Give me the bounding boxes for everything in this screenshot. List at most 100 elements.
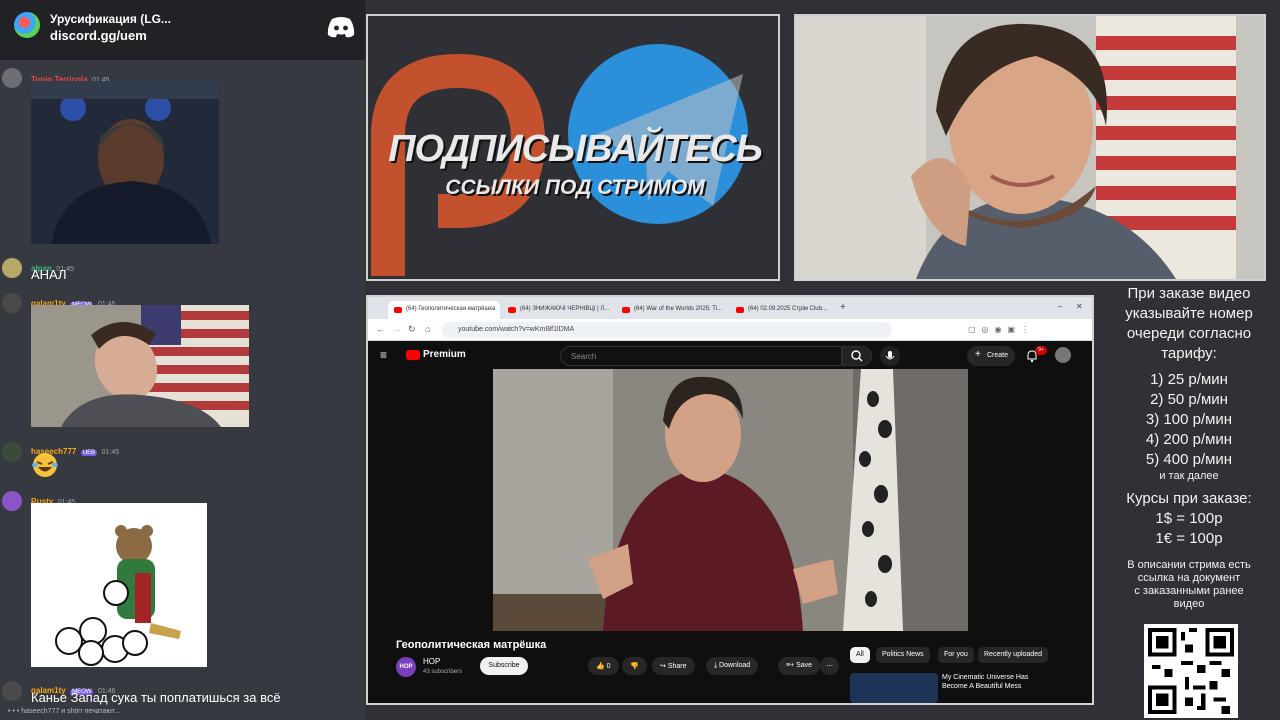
download-button[interactable]: ⤓ Download [706, 657, 759, 675]
browser-tab[interactable]: (64) ЗНИЖАЮЧІ ЧЕРНІВЦІ | Л... [502, 301, 614, 319]
image-content [31, 81, 219, 244]
search-icon [851, 350, 863, 362]
laughing-emoji-icon [32, 453, 58, 477]
promo-headline: ПОДПИСЫВАЙТЕСЬ [388, 128, 763, 170]
address-bar: ← → ↻ ⌂ youtube.com/watch?v=wKmI8f1lDMA … [368, 319, 1092, 341]
tier-item: 2) 50 р/мин [1150, 391, 1228, 408]
user-avatar[interactable] [2, 491, 22, 511]
forward-icon[interactable]: → [392, 324, 401, 334]
home-icon[interactable]: ⌂ [425, 324, 430, 334]
server-icon [14, 12, 40, 38]
tier-item: 1) 25 р/мин [1150, 371, 1228, 388]
typing-indicator: • • • haseech777 и shtirr печатают... [8, 708, 120, 715]
webcam-feed [794, 14, 1266, 281]
dislike-button[interactable]: 👎 [622, 657, 647, 675]
bear-football-sticker [55, 525, 181, 666]
youtube-logo-icon[interactable] [406, 350, 420, 360]
browser-tab[interactable]: (64) 02.09.2025 Стрім Club... [730, 301, 830, 319]
image-content [31, 305, 249, 427]
youtube-favicon-icon [622, 307, 630, 313]
video-title: Геополитическая матрёшка [396, 639, 547, 651]
subscribe-button[interactable]: Subscribe [480, 657, 528, 675]
plus-icon: + [975, 349, 981, 360]
thumbs-up-icon: 👍 [596, 663, 607, 670]
attached-gif[interactable] [31, 503, 207, 667]
window-close-icon[interactable]: ✕ [1076, 302, 1083, 311]
youtube-logo-text[interactable]: Premium [423, 349, 466, 360]
webcam-image [796, 16, 1264, 279]
pricing-footer: В описании стрима есть ссылка на докумен… [1127, 559, 1251, 610]
qr-code[interactable] [1144, 624, 1238, 718]
channel-avatar[interactable]: HOP [396, 657, 416, 677]
url-field[interactable]: youtube.com/watch?v=wKmI8f1lDMA [442, 322, 892, 338]
more-actions-button[interactable]: ⋯ [820, 657, 839, 675]
filter-chip-recent[interactable]: Recently uploaded [978, 647, 1048, 663]
save-button[interactable]: ≡+ Save [778, 657, 821, 675]
account-avatar[interactable] [1055, 347, 1071, 363]
filter-chip-politics[interactable]: Politics News [876, 647, 930, 663]
promo-subline: ССЫЛКИ ПОД СТРИМОМ [445, 176, 705, 199]
voice-search-button[interactable] [880, 346, 900, 366]
window-minimize-icon[interactable]: – [1058, 302, 1062, 311]
attached-image[interactable] [31, 305, 249, 427]
server-name: Урусификация (LG... [50, 12, 171, 26]
youtube-header: ≡ Premium Search + Create 9+ [368, 341, 1092, 369]
user-avatar[interactable] [2, 681, 22, 701]
youtube-favicon-icon [508, 307, 516, 313]
filter-chip-for-you[interactable]: For you [938, 647, 974, 663]
recommended-thumbnail[interactable] [850, 673, 938, 703]
like-button[interactable]: 👍 0 [588, 657, 619, 675]
subscriber-count: 43 subscribers [423, 669, 463, 675]
server-invite[interactable]: discord.gg/uem [50, 28, 147, 43]
role-badge: UEB [80, 450, 98, 456]
tier-etc: и так далее [1159, 470, 1219, 482]
pricing-header: При заказе видео указывайте номер очеред… [1125, 285, 1253, 362]
browser-tab[interactable]: (64) War of the Worlds 2025: Ti... [616, 301, 728, 319]
thumbs-down-icon: 👎 [630, 663, 639, 670]
tier-list: 1) 25 р/мин 2) 50 р/мин 3) 100 р/мин 4) … [1098, 370, 1280, 483]
notification-badge: 9+ [1035, 346, 1047, 355]
search-input[interactable]: Search [560, 346, 842, 366]
menu-icon[interactable]: ≡ [380, 348, 387, 362]
mic-icon [885, 351, 895, 360]
qr-code-icon [1148, 628, 1234, 714]
discord-chat-panel: Урусификация (LG... discord.gg/uem Tonio… [0, 0, 365, 720]
create-button[interactable]: + Create [967, 346, 1015, 366]
user-avatar[interactable] [2, 442, 22, 462]
tier-item: 5) 400 р/мин [1145, 451, 1233, 468]
reload-icon[interactable]: ↻ [408, 324, 416, 335]
server-header[interactable]: Урусификация (LG... discord.gg/uem [0, 0, 365, 60]
share-button[interactable]: ↪ Share [652, 657, 695, 675]
typing-dots-icon: • • • [8, 708, 22, 715]
attached-image[interactable] [31, 81, 219, 244]
user-avatar[interactable] [2, 293, 22, 313]
message-text: АНАЛ [31, 267, 67, 282]
discord-logo-icon [327, 17, 355, 38]
user-avatar[interactable] [2, 68, 22, 88]
back-icon[interactable]: ← [376, 324, 385, 334]
filter-chip-all[interactable]: All [850, 647, 870, 663]
browser-tab-active[interactable]: (64) Геополитическая матрёшка [388, 301, 500, 319]
more-icon: ⋯ [826, 663, 833, 670]
search-button[interactable] [842, 346, 872, 366]
tier-item: 3) 100 р/мин [1145, 411, 1233, 428]
channel-name[interactable]: HOP [423, 657, 440, 666]
video-player[interactable] [493, 369, 968, 631]
currency-rates: Курсы при заказе: 1$ = 100р 1€ = 100р [1126, 490, 1252, 547]
tab-bar: (64) Геополитическая матрёшка (64) ЗНИЖА… [368, 297, 1092, 319]
typing-text: haseech777 и shtirr печатают... [21, 708, 120, 715]
share-icon: ↪ [660, 663, 668, 670]
timestamp: 01:45 [101, 449, 120, 456]
promo-banner: ПОДПИСЫВАЙТЕСЬ ССЫЛКИ ПОД СТРИМОМ [366, 14, 780, 281]
recommended-title[interactable]: My Cinematic Universe Has Become A Beaut… [942, 673, 1054, 691]
user-avatar[interactable] [2, 258, 22, 278]
save-icon: ≡+ [786, 662, 797, 669]
extension-icons[interactable]: ▢◎◉▣⋮ [968, 325, 1078, 334]
tier-item: 4) 200 р/мин [1145, 431, 1233, 448]
new-tab-icon[interactable]: + [840, 302, 846, 313]
youtube-favicon-icon [736, 307, 744, 313]
youtube-favicon-icon [394, 307, 402, 313]
browser-window: (64) Геополитическая матрёшка (64) ЗНИЖА… [366, 295, 1094, 705]
video-frame [493, 369, 968, 631]
message-text: Канье Запад сука ты поплатишься за всё [31, 690, 281, 705]
